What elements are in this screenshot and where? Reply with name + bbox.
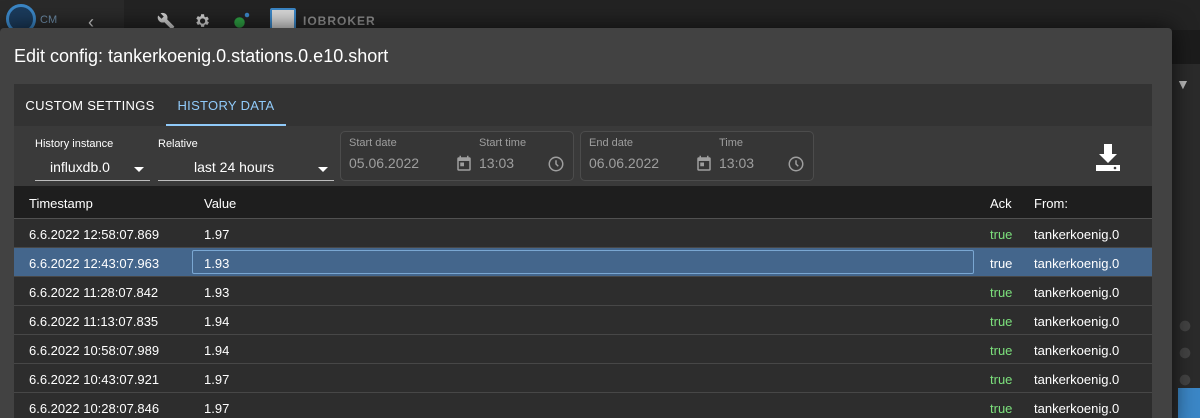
start-time-input[interactable]: 13:03	[479, 155, 514, 171]
background-action-button[interactable]	[1178, 388, 1200, 418]
history-instance-label: History instance	[35, 138, 114, 150]
end-time-input[interactable]: 13:03	[719, 155, 754, 171]
cell-timestamp: 6.6.2022 11:13:07.835	[29, 314, 159, 329]
cell-ack: true	[990, 285, 1013, 300]
cell-timestamp: 6.6.2022 10:58:07.989	[29, 343, 160, 358]
cell-value[interactable]: 1.97	[204, 372, 229, 387]
table-row[interactable]: 6.6.2022 10:58:07.989 1.94 true tankerko…	[14, 335, 1152, 364]
calendar-icon[interactable]	[695, 155, 713, 173]
cell-from: tankerkoenig.0	[1034, 227, 1120, 242]
relative-value[interactable]: last 24 hours	[194, 159, 274, 175]
cell-from: tankerkoenig.0	[1034, 256, 1120, 271]
cell-from: tankerkoenig.0	[1034, 285, 1120, 300]
background-panel-list	[1172, 64, 1200, 418]
app-user-initials: CM	[40, 14, 58, 26]
chevron-down-icon[interactable]	[134, 167, 144, 172]
column-header-value[interactable]: Value	[204, 196, 236, 211]
cell-ack: true	[990, 314, 1013, 329]
cell-value[interactable]: 1.94	[204, 343, 229, 358]
table-row[interactable]: 6.6.2022 10:28:07.846 1.97 true tankerko…	[14, 393, 1152, 418]
clock-icon[interactable]	[787, 155, 805, 173]
end-date-input[interactable]: 06.06.2022	[589, 155, 659, 171]
column-header-timestamp[interactable]: Timestamp	[29, 196, 93, 211]
app-drawer-header: CM ‹	[0, 0, 124, 34]
end-date-label: End date	[589, 137, 634, 149]
cell-from: tankerkoenig.0	[1034, 314, 1120, 329]
dialog-title: Edit config: tankerkoenig.0.stations.0.e…	[14, 46, 389, 66]
start-date-group: Start date 05.06.2022 Start time 13:03	[340, 131, 574, 181]
cell-timestamp: 6.6.2022 12:43:07.963	[29, 256, 160, 271]
cell-timestamp: 6.6.2022 11:28:07.842	[29, 285, 159, 300]
tab-bar: CUSTOM SETTINGS HISTORY DATA	[14, 84, 1152, 126]
start-date-input[interactable]: 05.06.2022	[349, 155, 419, 171]
value-edit-field[interactable]: 1.93	[192, 250, 974, 274]
cell-timestamp: 6.6.2022 10:28:07.846	[29, 401, 160, 416]
calendar-icon[interactable]	[455, 155, 473, 173]
gear-icon[interactable]	[1177, 345, 1193, 361]
cell-ack: true	[990, 227, 1013, 242]
relative-underline	[158, 180, 334, 181]
iobroker-logo	[270, 8, 296, 30]
gear-icon[interactable]	[1177, 372, 1193, 388]
chevron-down-icon[interactable]: ▼	[1176, 76, 1190, 92]
dialog-content-panel: CUSTOM SETTINGS HISTORY DATA History ins…	[14, 84, 1152, 418]
column-header-ack[interactable]: Ack	[990, 196, 1012, 211]
start-time-label: Start time	[479, 137, 527, 149]
history-instance-underline	[35, 180, 150, 181]
edit-config-dialog: Edit config: tankerkoenig.0.stations.0.e…	[0, 28, 1172, 418]
column-header-from[interactable]: From:	[1034, 196, 1068, 211]
table-row[interactable]: 6.6.2022 12:58:07.869 1.97 true tankerko…	[14, 219, 1152, 248]
app-brand-name: IOBROKER	[303, 14, 376, 28]
cell-value[interactable]: 1.93	[204, 256, 229, 271]
table-row[interactable]: 6.6.2022 11:13:07.835 1.94 true tankerko…	[14, 306, 1152, 335]
gear-icon[interactable]	[1177, 318, 1193, 334]
cell-value[interactable]: 1.93	[204, 285, 229, 300]
background-panel	[1172, 30, 1200, 64]
app-top-bar: CM ‹ IOBROKER	[0, 0, 1200, 34]
cell-timestamp: 6.6.2022 10:43:07.921	[29, 372, 160, 387]
cell-ack: true	[990, 343, 1013, 358]
tab-custom-settings[interactable]: CUSTOM SETTINGS	[14, 84, 166, 126]
chevron-down-icon[interactable]	[318, 167, 328, 172]
tab-history-data[interactable]: HISTORY DATA	[166, 84, 286, 126]
end-date-group: End date 06.06.2022 Time 13:03	[580, 131, 814, 181]
table-row-selected[interactable]: 6.6.2022 12:43:07.963 1.93 true tankerko…	[14, 248, 1152, 277]
cell-from: tankerkoenig.0	[1034, 343, 1120, 358]
history-instance-value[interactable]: influxdb.0	[50, 159, 110, 175]
cell-value[interactable]: 1.97	[204, 227, 229, 242]
start-date-label: Start date	[349, 137, 397, 149]
cell-ack: true	[990, 256, 1013, 271]
history-table-header: Timestamp Value Ack From:	[14, 186, 1152, 219]
cell-timestamp: 6.6.2022 12:58:07.869	[29, 227, 160, 242]
table-row[interactable]: 6.6.2022 11:28:07.842 1.93 true tankerko…	[14, 277, 1152, 306]
history-toolbar: History instance influxdb.0 Relative las…	[14, 126, 1152, 186]
clock-icon[interactable]	[547, 155, 565, 173]
cell-from: tankerkoenig.0	[1034, 401, 1120, 416]
table-row[interactable]: 6.6.2022 10:43:07.921 1.97 true tankerko…	[14, 364, 1152, 393]
cell-value[interactable]: 1.97	[204, 401, 229, 416]
cell-from: tankerkoenig.0	[1034, 372, 1120, 387]
end-time-label: Time	[719, 137, 744, 149]
cell-ack: true	[990, 372, 1013, 387]
download-icon[interactable]	[1094, 142, 1122, 172]
cell-ack: true	[990, 401, 1013, 416]
relative-label: Relative	[158, 138, 198, 150]
cell-value[interactable]: 1.94	[204, 314, 229, 329]
